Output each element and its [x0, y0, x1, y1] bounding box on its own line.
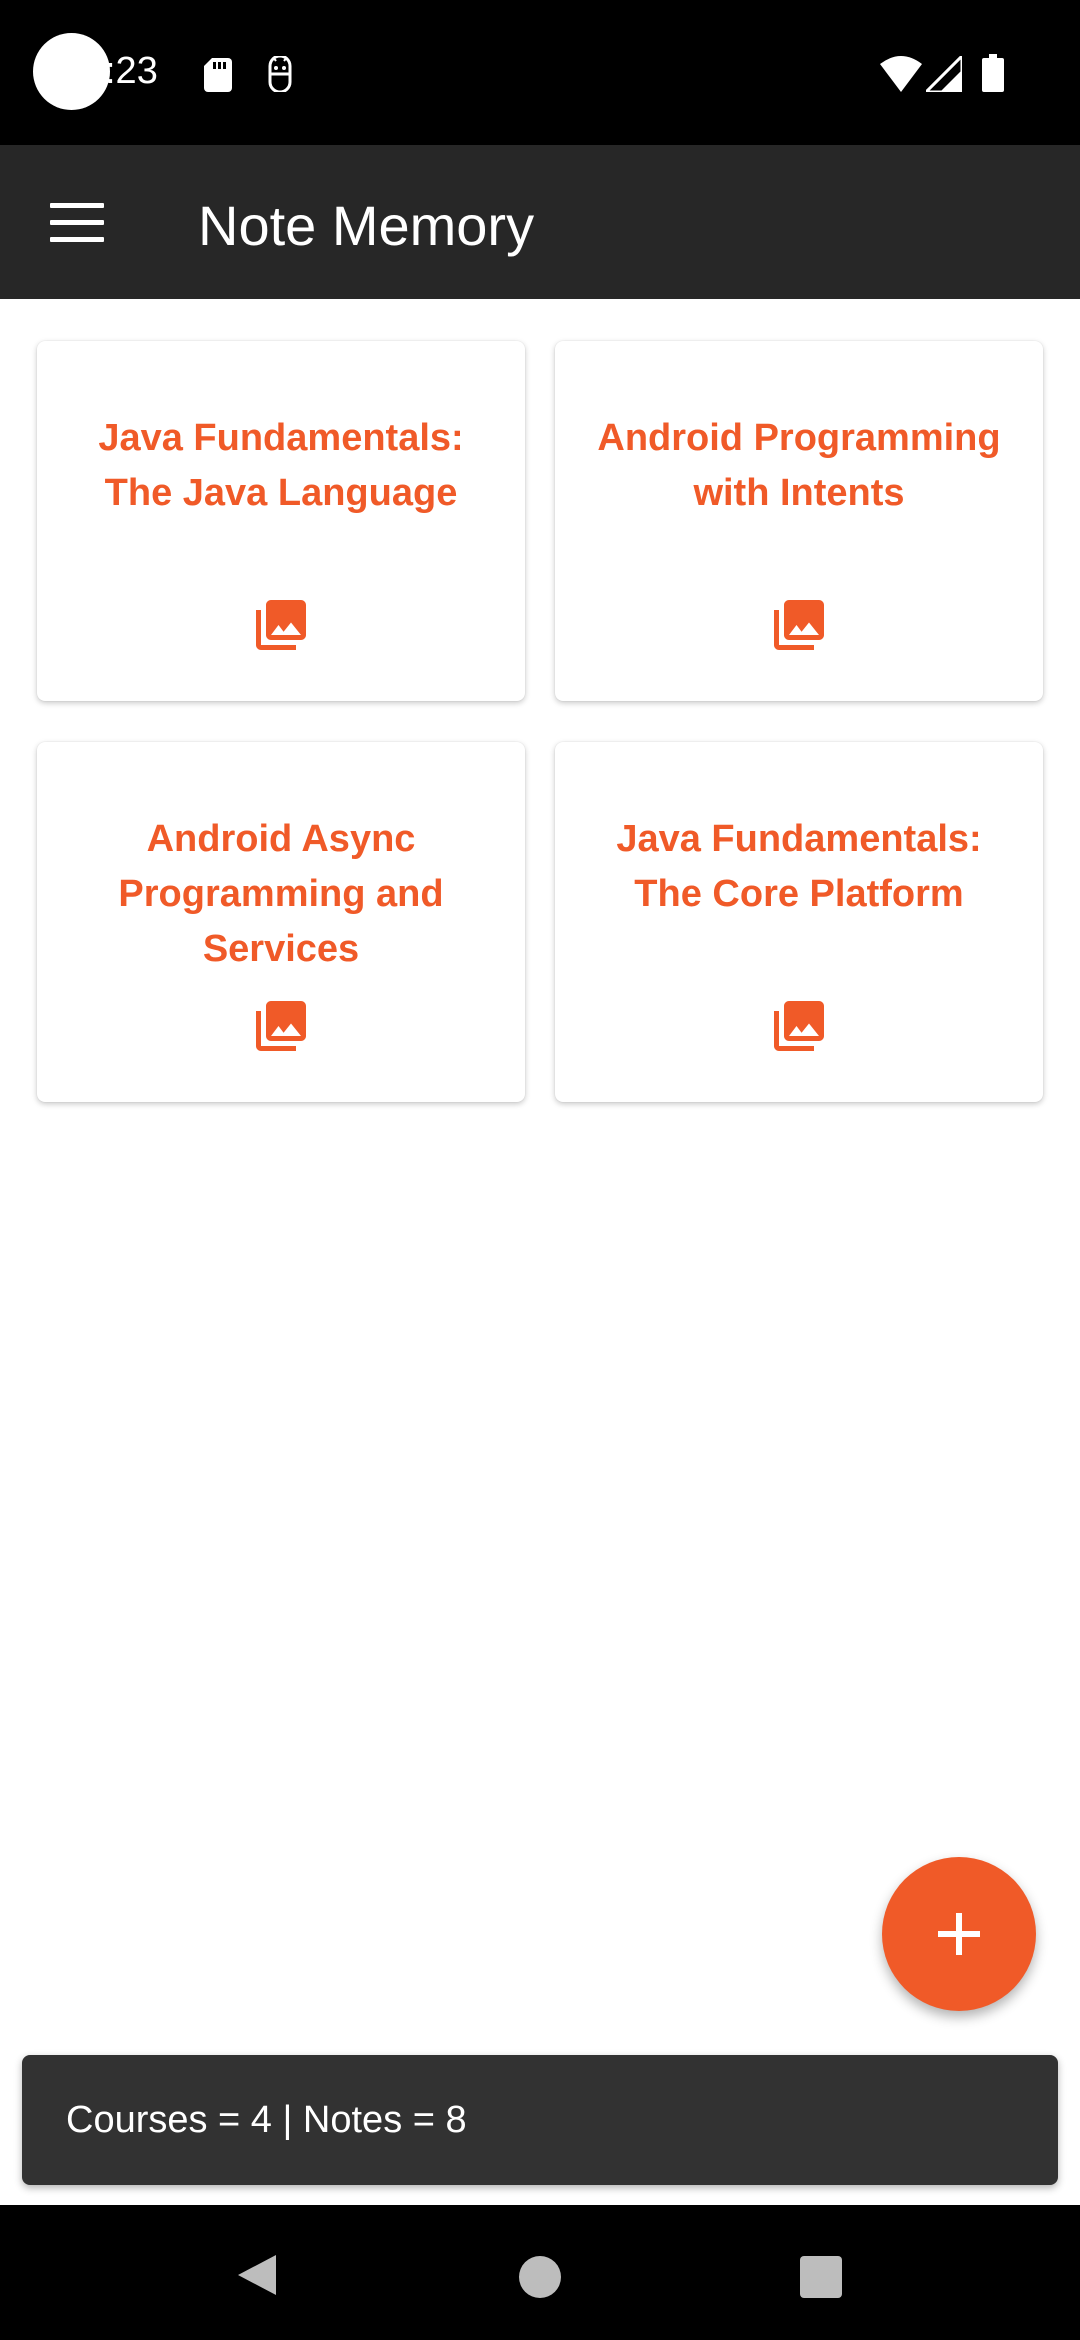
snackbar-message: Courses = 4 | Notes = 8	[66, 2099, 467, 2141]
app-title: Note Memory	[198, 194, 535, 257]
signal-icon	[926, 56, 962, 92]
app-bar: Note Memory	[0, 145, 1080, 299]
course-card[interactable]: Android Async Programming and Services	[37, 742, 525, 1102]
phone-screen: :23 Note Memory Java Fundamentals: The J…	[0, 0, 1080, 2340]
back-icon[interactable]	[236, 2253, 278, 2297]
course-title: Java Fundamentals: The Core Platform	[616, 818, 982, 915]
status-time: :23	[105, 50, 158, 92]
photo-library-icon[interactable]	[251, 996, 311, 1056]
course-card[interactable]: Java Fundamentals: The Core Platform	[555, 742, 1043, 1102]
navigation-bar	[0, 2205, 1080, 2340]
battery-icon	[982, 54, 1004, 92]
course-title: Android Async Programming and Services	[118, 818, 444, 970]
sd-card-icon	[204, 58, 232, 92]
home-icon[interactable]	[519, 2256, 561, 2298]
add-course-button[interactable]	[882, 1857, 1036, 2011]
status-bar: :23	[0, 0, 1080, 145]
course-title: Java Fundamentals: The Java Language	[98, 417, 464, 514]
snackbar: Courses = 4 | Notes = 8	[22, 2055, 1058, 2185]
course-card[interactable]: Android Programming with Intents	[555, 341, 1043, 701]
android-debug-icon	[268, 56, 292, 92]
course-title: Android Programming with Intents	[597, 417, 1001, 514]
photo-library-icon[interactable]	[251, 595, 311, 655]
course-card[interactable]: Java Fundamentals: The Java Language	[37, 341, 525, 701]
recents-icon[interactable]	[800, 2256, 842, 2298]
photo-library-icon[interactable]	[769, 996, 829, 1056]
photo-library-icon[interactable]	[769, 595, 829, 655]
menu-icon[interactable]	[50, 203, 104, 243]
wifi-icon	[880, 56, 922, 92]
camera-cutout	[33, 33, 110, 110]
